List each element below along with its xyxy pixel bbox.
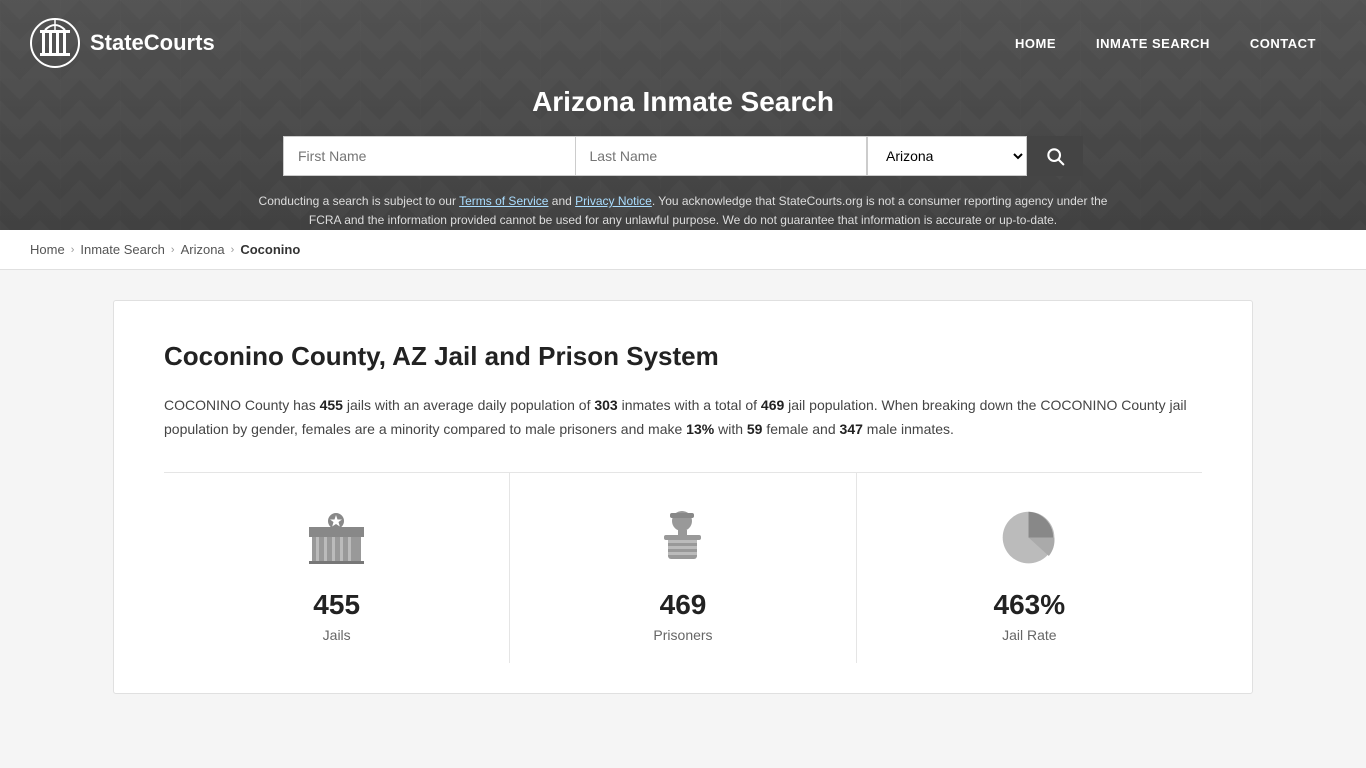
nav-home[interactable]: HOME (995, 28, 1076, 59)
jail-rate-number: 463% (994, 589, 1066, 621)
pie-chart-icon (994, 503, 1064, 573)
prisoners-label: Prisoners (653, 627, 712, 643)
disclaimer-before: Conducting a search is subject to our (259, 194, 460, 208)
logo-text: StateCourts (90, 30, 215, 56)
search-form: Select State AlabamaAlaskaArizonaArkansa… (283, 136, 1083, 176)
desc-female-pct: 13% (686, 421, 714, 437)
nav-inmate-search[interactable]: INMATE SEARCH (1076, 28, 1230, 59)
prisoners-number: 469 (660, 589, 707, 621)
breadcrumb-sep-1: › (71, 244, 75, 256)
prisoner-icon (648, 503, 718, 573)
site-header: StateCourts HOME INMATE SEARCH CONTACT A… (0, 0, 1366, 230)
first-name-input[interactable] (283, 136, 575, 176)
jail-icon (302, 503, 372, 573)
main-nav: HOME INMATE SEARCH CONTACT (995, 28, 1336, 59)
disclaimer-and: and (548, 194, 575, 208)
jail-rate-label: Jail Rate (1002, 627, 1056, 643)
stat-jails: 455 Jails (164, 473, 510, 663)
breadcrumb-sep-3: › (231, 244, 235, 256)
search-icon (1045, 146, 1065, 166)
page-title: Arizona Inmate Search (0, 86, 1366, 118)
desc-female-count: 59 (747, 421, 763, 437)
jails-number: 455 (313, 589, 360, 621)
desc-county-name: COCONINO (164, 397, 241, 413)
stat-jail-rate: 463% Jail Rate (857, 473, 1202, 663)
terms-link[interactable]: Terms of Service (459, 194, 548, 208)
desc-jails: 455 (320, 397, 343, 413)
disclaimer-text: Conducting a search is subject to our Te… (233, 192, 1133, 230)
nav-contact[interactable]: CONTACT (1230, 28, 1336, 59)
breadcrumb-state[interactable]: Arizona (181, 242, 225, 257)
breadcrumb-inmate-search[interactable]: Inmate Search (80, 242, 165, 257)
desc-county-name2: COCONINO (1040, 397, 1117, 413)
desc-avg-pop: 303 (594, 397, 617, 413)
state-select[interactable]: Select State AlabamaAlaskaArizonaArkansa… (867, 136, 1027, 176)
stats-row: 455 Jails (164, 472, 1202, 663)
header-top: StateCourts HOME INMATE SEARCH CONTACT (0, 0, 1366, 86)
desc-male-count: 347 (840, 421, 863, 437)
jails-label: Jails (323, 627, 351, 643)
stat-prisoners: 469 Prisoners (510, 473, 856, 663)
last-name-input[interactable] (575, 136, 868, 176)
main-content: Coconino County, AZ Jail and Prison Syst… (93, 300, 1273, 694)
search-button[interactable] (1027, 136, 1083, 176)
breadcrumb-sep-2: › (171, 244, 175, 256)
privacy-link[interactable]: Privacy Notice (575, 194, 652, 208)
breadcrumb: Home › Inmate Search › Arizona › Coconin… (0, 230, 1366, 270)
breadcrumb-county: Coconino (240, 242, 300, 257)
content-card: Coconino County, AZ Jail and Prison Syst… (113, 300, 1253, 694)
desc-total-pop: 469 (761, 397, 784, 413)
county-title: Coconino County, AZ Jail and Prison Syst… (164, 341, 1202, 372)
breadcrumb-home[interactable]: Home (30, 242, 65, 257)
county-description: COCONINO County has 455 jails with an av… (164, 394, 1202, 442)
logo-icon (30, 18, 80, 68)
site-logo[interactable]: StateCourts (30, 18, 215, 68)
